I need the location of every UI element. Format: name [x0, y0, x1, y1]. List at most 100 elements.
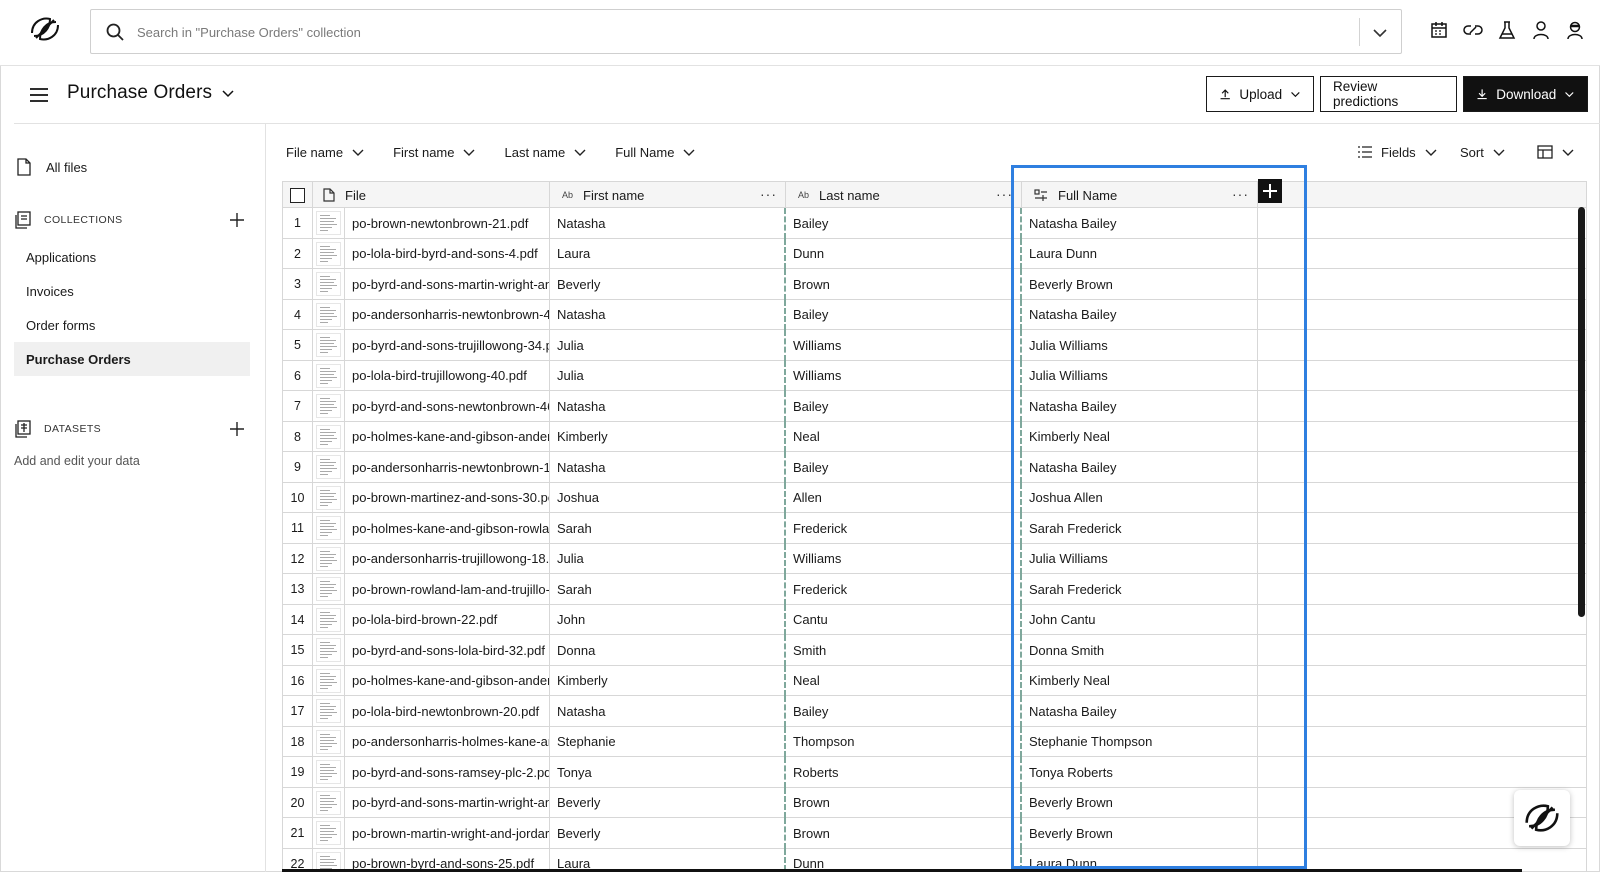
document-thumbnail[interactable]	[313, 269, 345, 300]
full-name-cell[interactable]: Natasha Bailey	[1022, 299, 1258, 330]
table-row[interactable]: 13 po-brown-rowland-lam-and-trujillo- Sara…	[283, 574, 1586, 605]
last-name-cell[interactable]: Neal	[786, 665, 1022, 696]
first-name-cell[interactable]: Kimberly	[550, 665, 786, 696]
document-thumbnail[interactable]	[313, 482, 345, 513]
user-icon[interactable]	[1530, 19, 1552, 41]
full-name-cell[interactable]: Sarah Frederick	[1022, 574, 1258, 605]
file-name-cell[interactable]: po-holmes-kane-and-gibson-rowlar	[345, 513, 550, 544]
last-name-cell[interactable]: Brown	[786, 818, 1022, 849]
menu-icon[interactable]	[28, 84, 50, 106]
last-name-cell[interactable]: Cantu	[786, 604, 1022, 635]
table-row[interactable]: 16 po-holmes-kane-and-gibson-anders Kimber…	[283, 665, 1586, 696]
first-name-cell[interactable]: Kimberly	[550, 421, 786, 452]
first-name-cell[interactable]: Natasha	[550, 391, 786, 422]
calendar-icon[interactable]	[1428, 19, 1450, 41]
document-thumbnail[interactable]	[313, 360, 345, 391]
document-thumbnail[interactable]	[313, 330, 345, 361]
first-name-cell[interactable]: Donna	[550, 635, 786, 666]
table-row[interactable]: 7 po-byrd-and-sons-newtonbrown-46 Natasha B…	[283, 391, 1586, 422]
last-name-cell[interactable]: Smith	[786, 635, 1022, 666]
document-thumbnail[interactable]	[313, 818, 345, 849]
file-name-cell[interactable]: po-byrd-and-sons-newtonbrown-46	[345, 391, 550, 422]
last-name-cell[interactable]: Bailey	[786, 696, 1022, 727]
last-name-cell[interactable]: Roberts	[786, 757, 1022, 788]
last-name-cell[interactable]: Brown	[786, 269, 1022, 300]
file-name-cell[interactable]: po-andersonharris-newtonbrown-4	[345, 299, 550, 330]
last-name-cell[interactable]: Bailey	[786, 391, 1022, 422]
more-options-icon[interactable]: ···	[760, 186, 777, 202]
last-name-cell[interactable]: Williams	[786, 330, 1022, 361]
full-name-cell[interactable]: Natasha Bailey	[1022, 391, 1258, 422]
last-name-cell[interactable]: Dunn	[786, 238, 1022, 269]
first-name-cell[interactable]: Natasha	[550, 299, 786, 330]
document-thumbnail[interactable]	[313, 726, 345, 757]
document-thumbnail[interactable]	[313, 299, 345, 330]
full-name-cell[interactable]: Natasha Bailey	[1022, 696, 1258, 727]
document-thumbnail[interactable]	[313, 696, 345, 727]
app-logo-icon[interactable]	[28, 12, 62, 46]
document-thumbnail[interactable]	[313, 452, 345, 483]
last-name-cell[interactable]: Allen	[786, 482, 1022, 513]
file-name-cell[interactable]: po-brown-martinez-and-sons-30.pc	[345, 482, 550, 513]
file-name-cell[interactable]: po-byrd-and-sons-lola-bird-32.pdf	[345, 635, 550, 666]
table-row[interactable]: 10 po-brown-martinez-and-sons-30.pc Joshua…	[283, 482, 1586, 513]
table-row[interactable]: 20 po-byrd-and-sons-martin-wright-an Bever…	[283, 787, 1586, 818]
filter-last-name[interactable]: Last name	[504, 145, 587, 160]
last-name-cell[interactable]: Brown	[786, 787, 1022, 818]
sidebar-item-purchase-orders[interactable]: Purchase Orders	[14, 342, 250, 376]
full-name-cell[interactable]: Kimberly Neal	[1022, 421, 1258, 452]
table-row[interactable]: 17 po-lola-bird-newtonbrown-20.pdf Natasha…	[283, 696, 1586, 727]
first-name-cell[interactable]: Natasha	[550, 696, 786, 727]
document-thumbnail[interactable]	[313, 513, 345, 544]
first-name-cell[interactable]: Julia	[550, 330, 786, 361]
more-options-icon[interactable]: ···	[1232, 186, 1249, 202]
last-name-cell[interactable]: Williams	[786, 543, 1022, 574]
first-name-cell[interactable]: Sarah	[550, 574, 786, 605]
full-name-cell[interactable]: John Cantu	[1022, 604, 1258, 635]
full-name-cell[interactable]: Beverly Brown	[1022, 269, 1258, 300]
first-name-cell[interactable]: Tonya	[550, 757, 786, 788]
last-name-cell[interactable]: Bailey	[786, 452, 1022, 483]
file-name-cell[interactable]: po-brown-martin-wright-and-jordar	[345, 818, 550, 849]
full-name-cell[interactable]: Donna Smith	[1022, 635, 1258, 666]
first-name-cell[interactable]: Natasha	[550, 208, 786, 239]
last-name-cell[interactable]: Neal	[786, 421, 1022, 452]
view-layout-control[interactable]	[1537, 138, 1575, 166]
link-icon[interactable]	[1462, 19, 1484, 41]
table-row[interactable]: 19 po-byrd-and-sons-ramsey-plc-2.pdf Tonya…	[283, 757, 1586, 788]
file-name-cell[interactable]: po-holmes-kane-and-gibson-anders	[345, 665, 550, 696]
file-name-cell[interactable]: po-holmes-kane-and-gibson-anders	[345, 421, 550, 452]
full-name-cell[interactable]: Beverly Brown	[1022, 787, 1258, 818]
search-input[interactable]	[137, 18, 1317, 46]
file-name-cell[interactable]: po-brown-rowland-lam-and-trujillo-	[345, 574, 550, 605]
table-row[interactable]: 1 po-brown-newtonbrown-21.pdf Natasha Baile…	[283, 208, 1586, 239]
first-name-cell[interactable]: Sarah	[550, 513, 786, 544]
download-button[interactable]: Download	[1463, 76, 1588, 112]
last-name-cell[interactable]: Thompson	[786, 726, 1022, 757]
last-name-cell[interactable]: Frederick	[786, 513, 1022, 544]
file-name-cell[interactable]: po-byrd-and-sons-ramsey-plc-2.pdf	[345, 757, 550, 788]
full-name-cell[interactable]: Natasha Bailey	[1022, 452, 1258, 483]
table-row[interactable]: 8 po-holmes-kane-and-gibson-anders Kimberl…	[283, 421, 1586, 452]
sort-control[interactable]: Sort	[1460, 138, 1506, 166]
first-name-cell[interactable]: Joshua	[550, 482, 786, 513]
table-row[interactable]: 14 po-lola-bird-brown-22.pdf John Cantu John…	[283, 604, 1586, 635]
file-name-cell[interactable]: po-lola-bird-brown-22.pdf	[345, 604, 550, 635]
document-thumbnail[interactable]	[313, 208, 345, 239]
full-name-cell[interactable]: Julia Williams	[1022, 360, 1258, 391]
filter-first-name[interactable]: First name	[393, 145, 476, 160]
table-row[interactable]: 18 po-andersonharris-holmes-kane-an Stepha…	[283, 726, 1586, 757]
table-row[interactable]: 15 po-byrd-and-sons-lola-bird-32.pdf Donna…	[283, 635, 1586, 666]
first-name-cell[interactable]: Stephanie	[550, 726, 786, 757]
document-thumbnail[interactable]	[313, 543, 345, 574]
document-thumbnail[interactable]	[313, 421, 345, 452]
first-name-cell[interactable]: Beverly	[550, 818, 786, 849]
column-header-file[interactable]: File	[313, 182, 550, 208]
full-name-cell[interactable]: Kimberly Neal	[1022, 665, 1258, 696]
last-name-cell[interactable]: Bailey	[786, 208, 1022, 239]
file-name-cell[interactable]: po-andersonharris-trujillowong-18.p	[345, 543, 550, 574]
file-name-cell[interactable]: po-lola-bird-trujillowong-40.pdf	[345, 360, 550, 391]
add-column-button[interactable]	[1258, 179, 1282, 203]
table-row[interactable]: 2 po-lola-bird-byrd-and-sons-4.pdf Laura Du…	[283, 238, 1586, 269]
select-all-checkbox[interactable]	[290, 187, 305, 203]
